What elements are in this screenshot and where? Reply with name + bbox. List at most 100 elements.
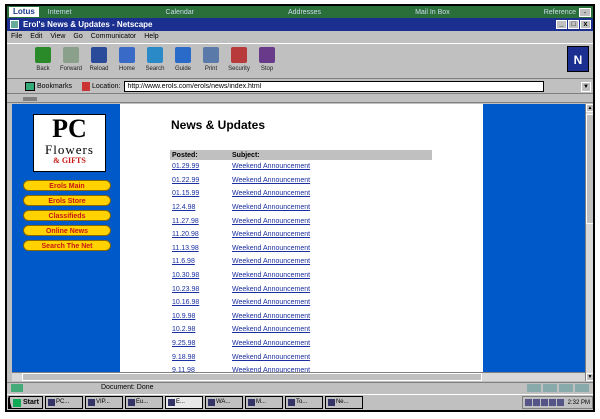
nav-online-news-button[interactable]: Online News: [23, 225, 111, 236]
toolbar-search-button[interactable]: Search: [141, 44, 169, 78]
toolbar-guide-button[interactable]: Guide: [169, 44, 197, 78]
clock[interactable]: 2:32 PM: [568, 400, 590, 406]
news-date-link[interactable]: 10.30.98: [170, 269, 230, 283]
component-bar-news-icon[interactable]: [559, 384, 573, 392]
chevron-down-icon[interactable]: ▼: [581, 82, 591, 92]
taskbar-item-2[interactable]: VIP...: [84, 396, 123, 409]
location-label: Location:: [92, 83, 121, 90]
start-button[interactable]: Start: [9, 396, 43, 409]
scroll-down-icon[interactable]: ▼: [586, 373, 593, 381]
tray-icon[interactable]: [556, 399, 564, 406]
lotus-drawer-addresses[interactable]: Addresses: [285, 8, 324, 17]
news-date-link[interactable]: 9.18.98: [170, 350, 230, 364]
lotus-drawer-calendar[interactable]: Calendar: [163, 8, 197, 17]
news-subject-link[interactable]: Weekend Announcement: [230, 160, 432, 174]
news-date-link[interactable]: 01.15.99: [170, 187, 230, 201]
menu-help[interactable]: Help: [144, 31, 158, 42]
tray-icon[interactable]: [532, 399, 540, 406]
news-subject-link[interactable]: Weekend Announcement: [230, 255, 432, 269]
news-date-link[interactable]: 11.27.98: [170, 214, 230, 228]
taskbar-item-4[interactable]: E...: [164, 396, 203, 409]
table-row: 10.23.98 Weekend Announcement: [170, 282, 432, 296]
news-subject-link[interactable]: Weekend Announcement: [230, 174, 432, 188]
navigation-toolbar: Back Forward Reload Home Search Guide Print Sec…: [7, 43, 593, 79]
taskbar-item-6[interactable]: M...: [244, 396, 283, 409]
component-bar-mail-icon[interactable]: [543, 384, 557, 392]
taskbar-item-7[interactable]: To...: [284, 396, 323, 409]
scroll-thumb[interactable]: [586, 114, 593, 224]
news-date-link[interactable]: 11.20.98: [170, 228, 230, 242]
nav-search-the-net-button[interactable]: Search The Net: [23, 240, 111, 251]
page-proxy-icon[interactable]: [82, 82, 91, 91]
taskbar-item-5[interactable]: WA...: [204, 396, 243, 409]
news-date-link[interactable]: 01.22.99: [170, 174, 230, 188]
news-subject-link[interactable]: Weekend Announcement: [230, 201, 432, 215]
tray-icon[interactable]: [540, 399, 548, 406]
news-date-link[interactable]: 10.9.98: [170, 310, 230, 324]
column-header-subject: Subject:: [230, 150, 432, 160]
close-button[interactable]: x: [580, 20, 591, 29]
bookmarks-button[interactable]: Bookmarks: [25, 82, 72, 91]
toolbar-security-button[interactable]: Security: [225, 44, 253, 78]
news-subject-link[interactable]: Weekend Announcement: [230, 323, 432, 337]
toolbar-back-button[interactable]: Back: [29, 44, 57, 78]
toolbar-print-button[interactable]: Print: [197, 44, 225, 78]
menu-view[interactable]: View: [50, 31, 65, 42]
home-icon: [119, 47, 135, 63]
news-subject-link[interactable]: Weekend Announcement: [230, 214, 432, 228]
news-subject-link[interactable]: Weekend Announcement: [230, 228, 432, 242]
taskbar-item-8[interactable]: Ne...: [324, 396, 363, 409]
menu-communicator[interactable]: Communicator: [91, 31, 137, 42]
news-subject-link[interactable]: Weekend Announcement: [230, 187, 432, 201]
horizontal-scrollbar[interactable]: [12, 372, 585, 381]
news-subject-link[interactable]: Weekend Announcement: [230, 350, 432, 364]
netscape-logo-icon[interactable]: N: [567, 46, 589, 72]
lotus-drawer-reference[interactable]: Reference: [541, 8, 579, 17]
nav-erols-main-button[interactable]: Erols Main: [23, 180, 111, 191]
news-date-link[interactable]: 11.6.98: [170, 255, 230, 269]
tray-icon[interactable]: [548, 399, 556, 406]
toolbar-stop-button[interactable]: Stop: [253, 44, 281, 78]
lotus-logo[interactable]: Lotus: [9, 7, 39, 17]
toolbar-home-button[interactable]: Home: [113, 44, 141, 78]
pc-flowers-gifts-logo[interactable]: PC Flowers & GIFTS: [33, 114, 106, 172]
menu-file[interactable]: File: [11, 31, 22, 42]
news-date-link[interactable]: 10.2.98: [170, 323, 230, 337]
scroll-up-icon[interactable]: ▲: [586, 104, 593, 112]
vertical-scrollbar[interactable]: ▲ ▼: [585, 104, 593, 381]
news-date-link[interactable]: 10.16.98: [170, 296, 230, 310]
news-date-link[interactable]: 12.4.98: [170, 201, 230, 215]
url-input[interactable]: [124, 81, 545, 92]
maximize-button[interactable]: □: [568, 20, 579, 29]
minimize-button[interactable]: _: [556, 20, 567, 29]
news-date-link[interactable]: 01.29.99: [170, 160, 230, 174]
toolbar-grip-icon[interactable]: [23, 97, 37, 101]
window-title-bar[interactable]: Erol's News & Updates - Netscape _ □ x: [7, 18, 593, 31]
news-date-link[interactable]: 9.25.98: [170, 337, 230, 351]
news-date-link[interactable]: 11.13.98: [170, 242, 230, 256]
security-status-icon[interactable]: [11, 384, 23, 392]
news-subject-link[interactable]: Weekend Announcement: [230, 282, 432, 296]
taskbar-item-3[interactable]: Eu...: [124, 396, 163, 409]
news-subject-link[interactable]: Weekend Announcement: [230, 310, 432, 324]
component-bar-navigator-icon[interactable]: [527, 384, 541, 392]
toolbar-forward-button[interactable]: Forward: [57, 44, 85, 78]
toolbar-reload-button[interactable]: Reload: [85, 44, 113, 78]
news-date-link[interactable]: 10.23.98: [170, 282, 230, 296]
news-subject-link[interactable]: Weekend Announcement: [230, 269, 432, 283]
nav-classifieds-button[interactable]: Classifieds: [23, 210, 111, 221]
nav-erols-store-button[interactable]: Erols Store: [23, 195, 111, 206]
lotus-drawer-mail[interactable]: Mail In Box: [412, 8, 453, 17]
menu-edit[interactable]: Edit: [30, 31, 42, 42]
news-subject-link[interactable]: Weekend Announcement: [230, 296, 432, 310]
tray-icon[interactable]: [524, 399, 532, 406]
component-bar-composer-icon[interactable]: [575, 384, 589, 392]
lotus-minimize-button[interactable]: -: [579, 7, 592, 17]
taskbar-item-1[interactable]: PC...: [44, 396, 83, 409]
lotus-drawer-internet[interactable]: Internet: [45, 8, 75, 17]
news-subject-link[interactable]: Weekend Announcement: [230, 337, 432, 351]
table-row: 01.29.99 Weekend Announcement: [170, 160, 432, 174]
horizontal-scroll-thumb[interactable]: [22, 373, 482, 381]
menu-go[interactable]: Go: [73, 31, 82, 42]
news-subject-link[interactable]: Weekend Announcement: [230, 242, 432, 256]
